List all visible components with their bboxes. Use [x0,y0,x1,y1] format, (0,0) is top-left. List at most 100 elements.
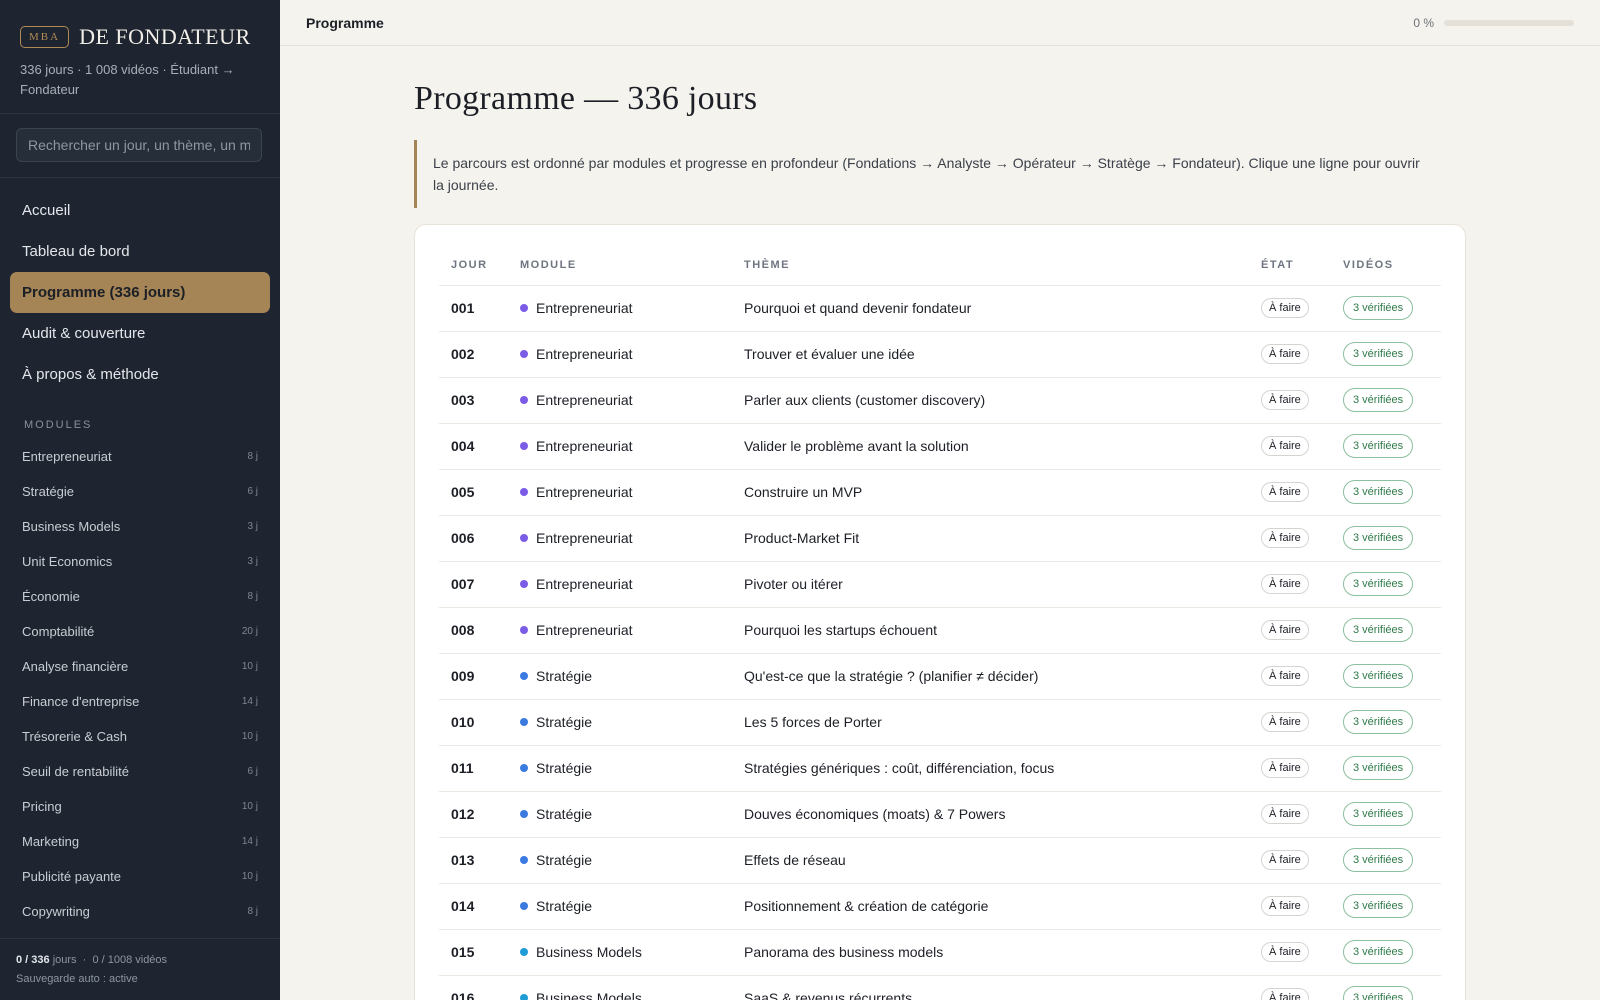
table-row[interactable]: 012 Stratégie Douves économiques (moats) &… [439,791,1441,838]
status-badge: À faire [1261,758,1309,778]
state-cell: À faire [1249,699,1331,746]
col-header-theme[interactable]: THÈME [732,245,1249,286]
col-header-day[interactable]: JOUR [439,245,508,286]
sidebar-module-tresorerie-cash[interactable]: Trésorerie & Cash 10 j [0,719,280,754]
status-badge: À faire [1261,528,1309,548]
nav-item-audit-couverture[interactable]: Audit & couverture [10,313,270,354]
module-color-dot [520,856,528,865]
videos-verified-badge[interactable]: 3 vérifiées [1343,986,1414,1000]
table-row[interactable]: 001 Entrepreneuriat Pourquoi et quand deve… [439,285,1441,332]
status-badge: À faire [1261,804,1309,824]
search-input[interactable] [16,128,262,162]
nav-item-accueil[interactable]: Accueil [10,190,270,231]
table-row[interactable]: 004 Entrepreneuriat Valider le problème av… [439,423,1441,470]
table-row[interactable]: 008 Entrepreneuriat Pourquoi les startups … [439,607,1441,654]
module-label: Analyse financière [22,659,129,674]
modules-title: MODULES [24,419,93,431]
videos-verified-badge[interactable]: 3 vérifiées [1343,710,1414,734]
videos-verified-badge[interactable]: 3 vérifiées [1343,296,1414,320]
day-number: 002 [439,331,508,378]
module-cell: Stratégie [508,699,732,746]
theme-cell: SaaS & revenus récurrents [732,975,1249,1000]
module-name: Business Models [536,944,642,960]
table-row[interactable]: 016 Business Models SaaS & revenus récurre… [439,975,1441,1000]
brand-badge: MBA [20,26,70,48]
videos-verified-badge[interactable]: 3 vérifiées [1343,434,1414,458]
videos-cell: 3 vérifiées [1331,699,1441,746]
module-name: Entrepreneuriat [536,622,633,638]
state-cell: À faire [1249,837,1331,884]
sidebar-module-copywriting[interactable]: Copywriting 8 j [0,894,280,929]
state-cell: À faire [1249,975,1331,1000]
module-cell: Business Models [508,929,732,976]
table-row[interactable]: 009 Stratégie Qu'est-ce que la stratégie ?… [439,653,1441,700]
table-row[interactable]: 006 Entrepreneuriat Product-Market Fit À fa… [439,515,1441,562]
videos-verified-badge[interactable]: 3 vérifiées [1343,388,1414,412]
sidebar-module-strategie[interactable]: Stratégie 6 j [0,474,280,509]
module-label: Seuil de rentabilité [22,764,129,779]
module-label: Stratégie [22,484,75,499]
table-row[interactable]: 002 Entrepreneuriat Trouver et évaluer une… [439,331,1441,378]
status-badge: À faire [1261,620,1309,640]
module-cell: Entrepreneuriat [508,331,732,378]
theme-cell: Positionnement & création de catégorie [732,883,1249,930]
videos-verified-badge[interactable]: 3 vérifiées [1343,894,1414,918]
sidebar-module-finance-d-entreprise[interactable]: Finance d'entreprise 14 j [0,684,280,719]
sidebar-module-unit-economics[interactable]: Unit Economics 3 j [0,544,280,579]
state-cell: À faire [1249,883,1331,930]
col-header-module[interactable]: MODULE [508,245,732,286]
progress-label: 0 % [1413,15,1434,30]
table-row[interactable]: 005 Entrepreneuriat Construire un MVP À fai… [439,469,1441,516]
theme-cell: Stratégies génériques : coût, différenci… [732,745,1249,792]
videos-cell: 3 vérifiées [1331,561,1441,608]
sidebar-module-marketing[interactable]: Marketing 14 j [0,824,280,859]
status-badge: À faire [1261,666,1309,686]
sidebar-module-entrepreneuriat[interactable]: Entrepreneuriat 8 j [0,439,280,474]
module-cell: Entrepreneuriat [508,469,732,516]
sidebar-module-seuil-de-rentabilite[interactable]: Seuil de rentabilité 6 j [0,754,280,789]
module-cell: Entrepreneuriat [508,607,732,654]
state-cell: À faire [1249,653,1331,700]
module-label: Marketing [22,834,80,849]
nav-item-a-propos-methode[interactable]: À propos & méthode [10,354,270,395]
day-number: 004 [439,423,508,470]
sidebar-module-analyse-financiere[interactable]: Analyse financière 10 j [0,649,280,684]
module-cell: Stratégie [508,883,732,930]
videos-verified-badge[interactable]: 3 vérifiées [1343,526,1414,550]
day-number: 007 [439,561,508,608]
col-header-videos[interactable]: VIDÉOS [1331,245,1441,286]
table-row[interactable]: 003 Entrepreneuriat Parler aux clients (cu… [439,377,1441,424]
brand-title: DE FONDATEUR [79,24,251,49]
videos-verified-badge[interactable]: 3 vérifiées [1343,342,1414,366]
state-cell: À faire [1249,929,1331,976]
module-name: Entrepreneuriat [536,346,633,362]
videos-verified-badge[interactable]: 3 vérifiées [1343,940,1414,964]
module-color-dot [520,488,528,497]
table-row[interactable]: 013 Stratégie Effets de réseau À faire 3 vér… [439,837,1441,884]
videos-verified-badge[interactable]: 3 vérifiées [1343,756,1414,780]
nav-item-programme-336-jours[interactable]: Programme (336 jours) [10,272,270,313]
sidebar-module-economie[interactable]: Économie 8 j [0,579,280,614]
sidebar-module-publicite-payante[interactable]: Publicité payante 10 j [0,859,280,894]
day-number: 010 [439,699,508,746]
nav-item-tableau-de-bord[interactable]: Tableau de bord [10,231,270,272]
table-row[interactable]: 011 Stratégie Stratégies génériques : coût… [439,745,1441,792]
sidebar-module-business-models[interactable]: Business Models 3 j [0,509,280,544]
progress-bar [1444,19,1574,26]
table-row[interactable]: 015 Business Models Panorama des business … [439,929,1441,976]
table-row[interactable]: 010 Stratégie Les 5 forces de Porter À fair… [439,699,1441,746]
sidebar-module-pricing[interactable]: Pricing 10 j [0,789,280,824]
table-row[interactable]: 007 Entrepreneuriat Pivoter ou itérer À fai… [439,561,1441,608]
videos-verified-badge[interactable]: 3 vérifiées [1343,664,1414,688]
videos-verified-badge[interactable]: 3 vérifiées [1343,802,1414,826]
module-color-dot [520,718,528,727]
sidebar-module-comptabilite[interactable]: Comptabilité 20 j [0,614,280,649]
state-cell: À faire [1249,515,1331,562]
videos-verified-badge[interactable]: 3 vérifiées [1343,572,1414,596]
module-cell: Entrepreneuriat [508,377,732,424]
videos-verified-badge[interactable]: 3 vérifiées [1343,480,1414,504]
videos-verified-badge[interactable]: 3 vérifiées [1343,848,1414,872]
videos-verified-badge[interactable]: 3 vérifiées [1343,618,1414,642]
table-row[interactable]: 014 Stratégie Positionnement & création de… [439,883,1441,930]
col-header-state[interactable]: ÉTAT [1249,245,1331,286]
